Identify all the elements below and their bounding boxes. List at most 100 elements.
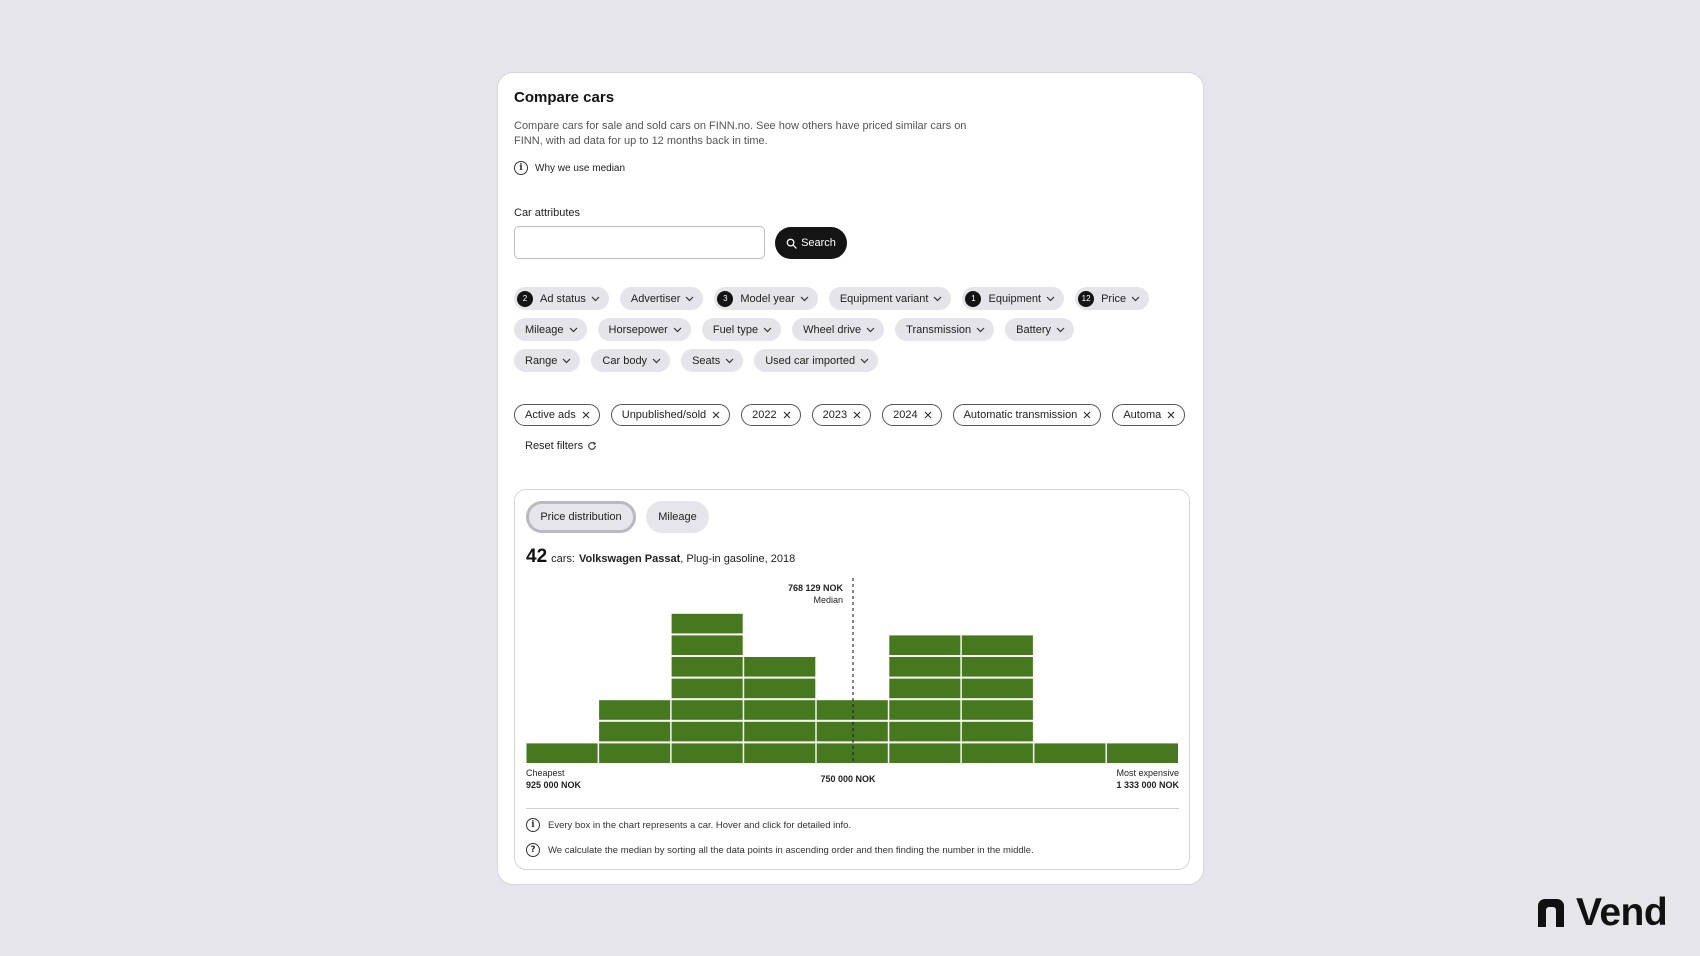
filter-label: Ad status bbox=[540, 292, 586, 305]
reset-filters-label: Reset filters bbox=[525, 440, 584, 452]
search-button[interactable]: Search bbox=[775, 227, 847, 259]
chevron-down-icon bbox=[685, 296, 694, 301]
close-icon[interactable] bbox=[783, 411, 791, 419]
filter-advertiser-dropdown[interactable]: Advertiser bbox=[619, 287, 704, 310]
filter-ad-status-dropdown[interactable]: 2 Ad status bbox=[514, 287, 609, 310]
car-box[interactable] bbox=[889, 657, 961, 677]
price-distribution-chart: 768 129 NOK Median Cheapest 925 000 NOK 750 … bbox=[526, 578, 1179, 790]
car-box[interactable] bbox=[744, 700, 816, 720]
reset-filters-button[interactable]: Reset filters bbox=[525, 440, 597, 452]
car-box[interactable] bbox=[816, 721, 888, 742]
why-median-link[interactable]: i Why we use median bbox=[514, 161, 625, 175]
chevron-down-icon bbox=[860, 358, 869, 363]
filter-equipment-dropdown[interactable]: 1 Equipment bbox=[962, 287, 1065, 310]
car-box[interactable] bbox=[671, 657, 743, 677]
car-box[interactable] bbox=[671, 678, 743, 699]
filter-label: Model year bbox=[740, 292, 795, 305]
note-median: ? We calculate the median by sorting all… bbox=[526, 843, 1034, 857]
car-box[interactable] bbox=[889, 635, 961, 655]
filter-model-year-dropdown[interactable]: 3 Model year bbox=[714, 287, 818, 310]
filter-label: Car body bbox=[602, 354, 648, 367]
selected-filter-chip[interactable]: Automa bbox=[1112, 404, 1186, 426]
car-box[interactable] bbox=[961, 743, 1033, 763]
car-box[interactable] bbox=[526, 743, 598, 763]
close-icon[interactable] bbox=[924, 411, 932, 419]
close-icon[interactable] bbox=[853, 411, 861, 419]
car-box[interactable] bbox=[1106, 743, 1178, 763]
selected-filter-chip[interactable]: 2022 bbox=[741, 404, 801, 426]
car-box[interactable] bbox=[671, 613, 743, 634]
close-icon[interactable] bbox=[1167, 411, 1175, 419]
car-box[interactable] bbox=[961, 657, 1033, 677]
filter-label: Equipment bbox=[988, 292, 1042, 305]
selected-filters: Active ads Unpublished/sold 2022 2023 2024 Au… bbox=[514, 404, 1190, 430]
chevron-down-icon bbox=[1046, 296, 1055, 301]
car-box[interactable] bbox=[816, 700, 888, 720]
car-box[interactable] bbox=[599, 700, 671, 720]
car-box[interactable] bbox=[816, 743, 888, 763]
filter-row-3: Range Car body Seats Used car imported bbox=[514, 349, 879, 372]
note-median-text: We calculate the median by sorting all t… bbox=[548, 844, 1034, 856]
close-icon[interactable] bbox=[1083, 411, 1091, 419]
chevron-down-icon bbox=[1056, 327, 1065, 332]
filter-wheel-drive-dropdown[interactable]: Wheel drive bbox=[792, 318, 885, 341]
info-icon: i bbox=[514, 161, 528, 175]
selected-filter-chip[interactable]: Unpublished/sold bbox=[610, 404, 731, 426]
filter-label: Horsepower bbox=[608, 323, 668, 336]
chevron-down-icon bbox=[725, 358, 734, 363]
most-expensive-label: Most expensive bbox=[1116, 768, 1179, 778]
car-box[interactable] bbox=[961, 700, 1033, 720]
filter-seats-dropdown[interactable]: Seats bbox=[681, 349, 744, 372]
median-label: Median bbox=[813, 595, 843, 605]
filter-transmission-dropdown[interactable]: Transmission bbox=[895, 318, 995, 341]
car-attributes-input[interactable] bbox=[514, 226, 765, 259]
filter-horsepower-dropdown[interactable]: Horsepower bbox=[597, 318, 691, 341]
selected-filter-chip[interactable]: 2024 bbox=[882, 404, 942, 426]
car-box[interactable] bbox=[744, 678, 816, 699]
chevron-down-icon bbox=[569, 327, 577, 332]
car-box[interactable] bbox=[889, 700, 961, 720]
car-box[interactable] bbox=[1034, 743, 1106, 763]
car-box[interactable] bbox=[961, 635, 1033, 655]
car-box[interactable] bbox=[889, 743, 961, 763]
filter-count-badge: 3 bbox=[717, 290, 734, 307]
chevron-down-icon bbox=[673, 327, 682, 332]
car-box[interactable] bbox=[671, 743, 743, 763]
filter-equipment-variant-dropdown[interactable]: Equipment variant bbox=[828, 287, 952, 310]
car-box[interactable] bbox=[889, 678, 961, 699]
car-box[interactable] bbox=[599, 743, 671, 763]
close-icon[interactable] bbox=[582, 411, 590, 419]
divider bbox=[526, 808, 1179, 809]
car-box[interactable] bbox=[744, 743, 816, 763]
selected-filter-label: 2023 bbox=[822, 409, 848, 421]
filter-row-2: Mileage Horsepower Fuel type Wheel drive Tra… bbox=[514, 318, 1075, 341]
filter-range-dropdown[interactable]: Range bbox=[514, 349, 581, 372]
filter-label: Equipment variant bbox=[839, 292, 929, 305]
car-box[interactable] bbox=[671, 700, 743, 720]
filter-car-body-dropdown[interactable]: Car body bbox=[591, 349, 671, 372]
car-box[interactable] bbox=[744, 657, 816, 677]
page-title: Compare cars bbox=[514, 89, 615, 106]
car-box[interactable] bbox=[961, 721, 1033, 742]
car-box[interactable] bbox=[744, 721, 816, 742]
car-box[interactable] bbox=[599, 721, 671, 742]
filter-label: Fuel type bbox=[712, 323, 759, 336]
filter-mileage-dropdown[interactable]: Mileage bbox=[514, 318, 587, 341]
chevron-down-icon bbox=[591, 296, 600, 301]
filter-used-car-imported-dropdown[interactable]: Used car imported bbox=[754, 349, 879, 372]
filter-label: Wheel drive bbox=[803, 323, 862, 336]
car-box[interactable] bbox=[671, 721, 743, 742]
center-axis-value: 750 000 NOK bbox=[820, 774, 876, 784]
car-box[interactable] bbox=[671, 635, 743, 655]
filter-battery-dropdown[interactable]: Battery bbox=[1005, 318, 1075, 341]
selected-filter-chip[interactable]: Active ads bbox=[514, 404, 600, 426]
filter-price-dropdown[interactable]: 12 Price bbox=[1075, 287, 1150, 310]
close-icon[interactable] bbox=[712, 411, 720, 419]
car-box[interactable] bbox=[889, 721, 961, 742]
chevron-down-icon bbox=[562, 358, 571, 363]
selected-filter-chip[interactable]: 2023 bbox=[811, 404, 872, 426]
selected-filter-chip[interactable]: Automatic transmission bbox=[952, 404, 1102, 426]
car-box[interactable] bbox=[961, 678, 1033, 699]
filter-fuel-type-dropdown[interactable]: Fuel type bbox=[701, 318, 782, 341]
price-chart-panel: Price distribution Mileage 42 cars: Volk… bbox=[514, 489, 1190, 870]
